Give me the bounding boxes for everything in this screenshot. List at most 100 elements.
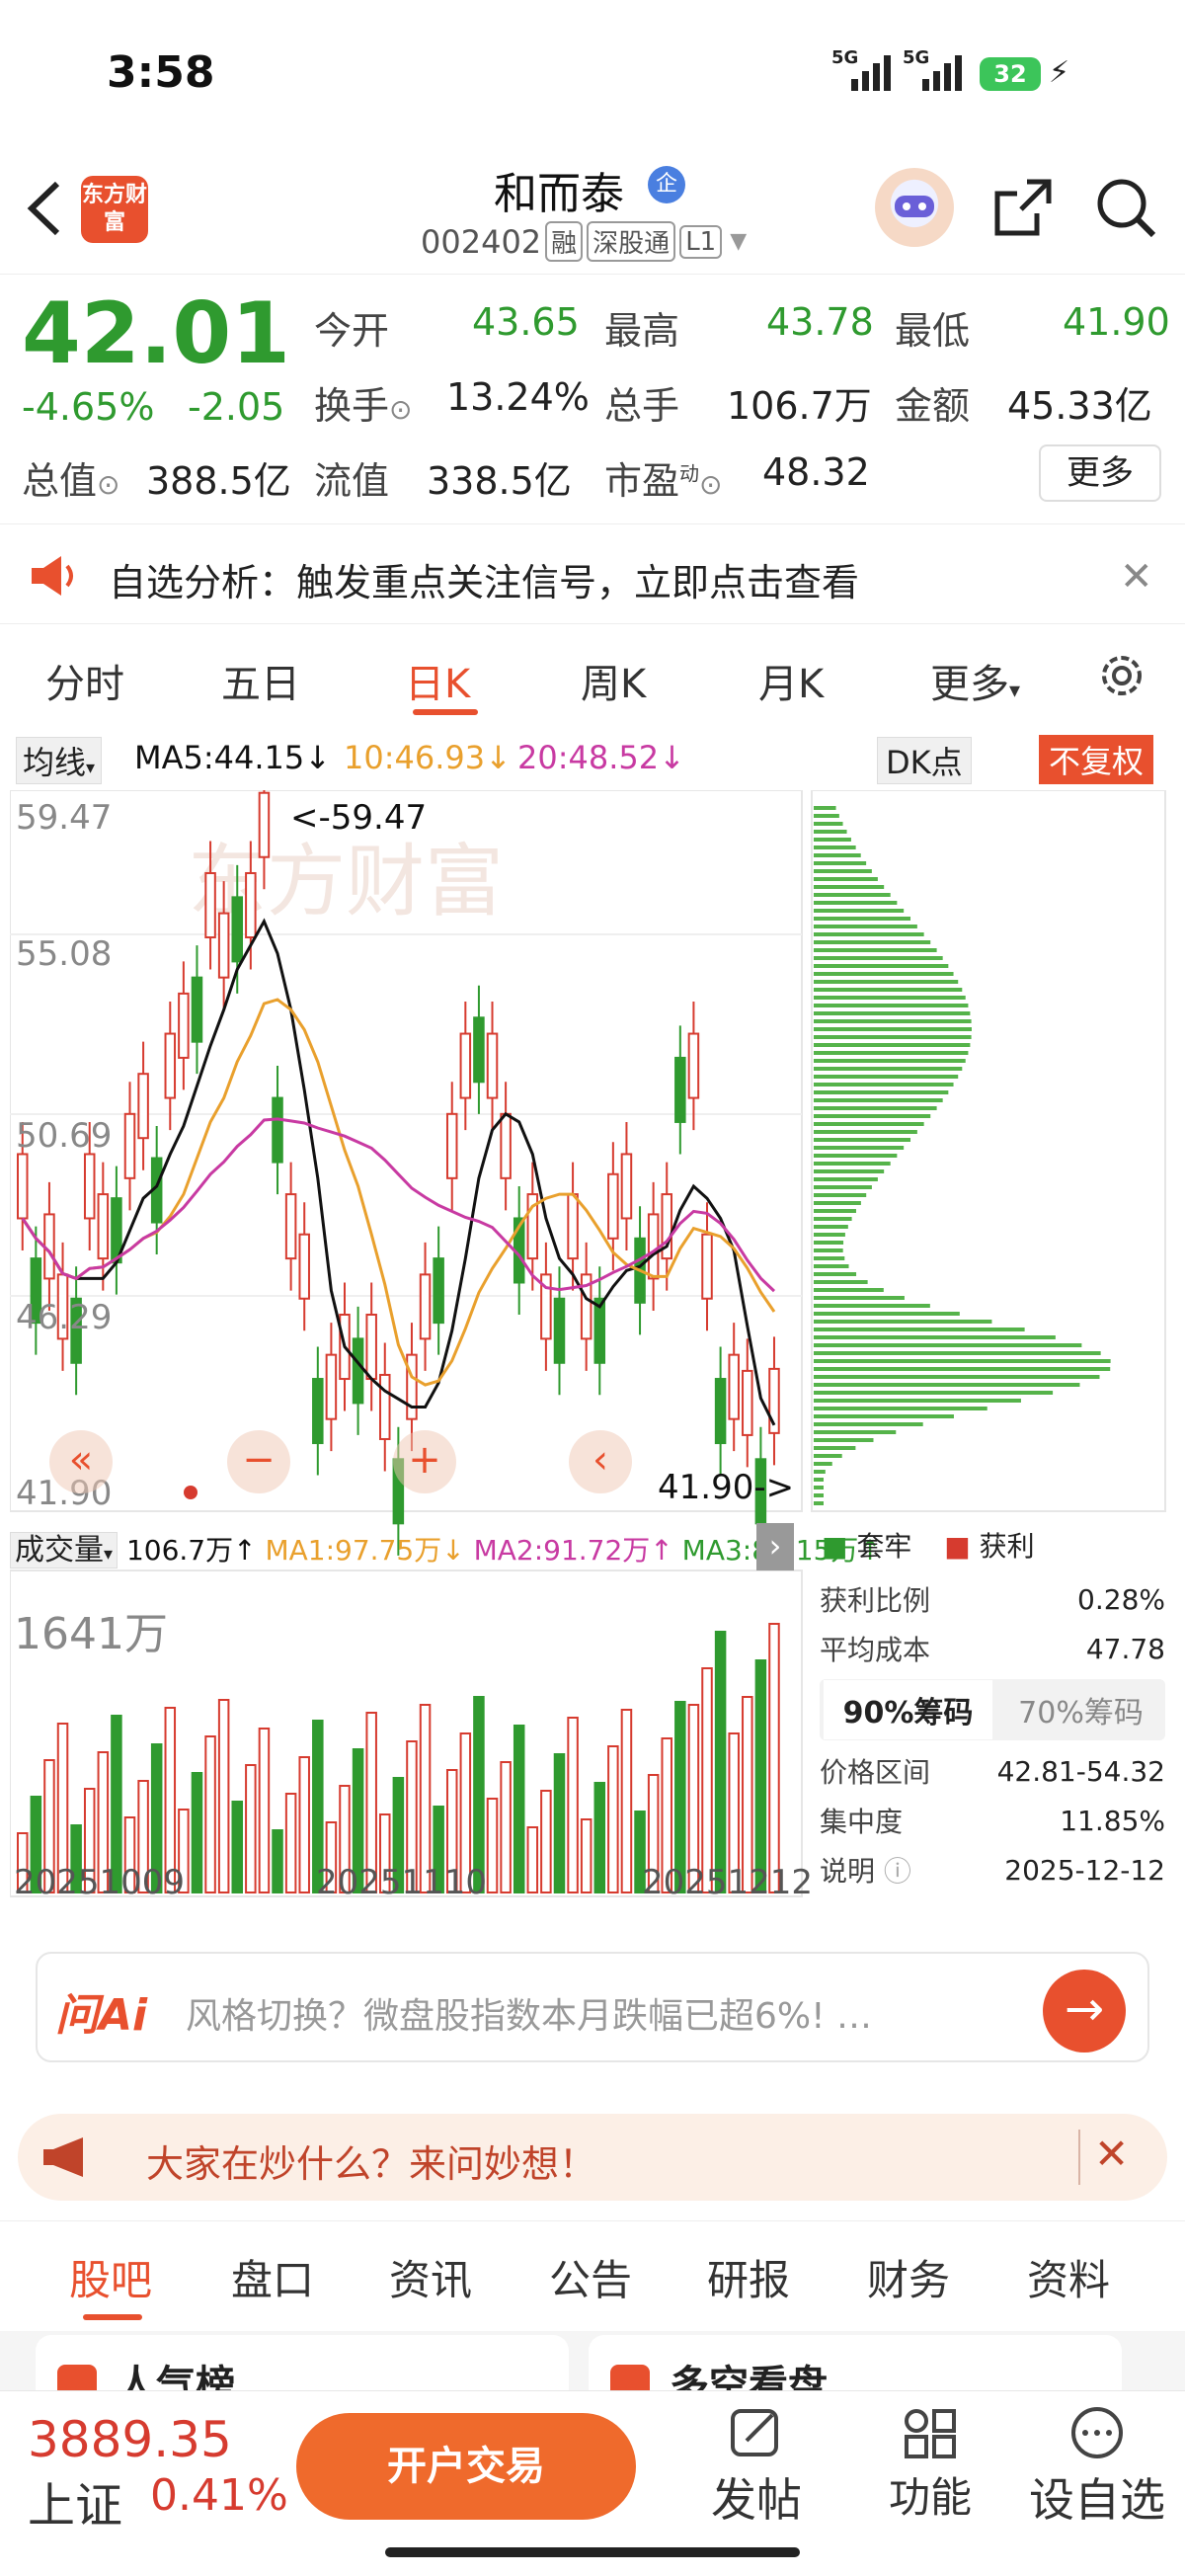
share-icon[interactable] xyxy=(991,176,1055,243)
candle-body xyxy=(97,1193,110,1260)
app-logo: 东方财富 xyxy=(81,176,148,243)
function-button[interactable]: 功能 xyxy=(881,2405,980,2525)
add-watchlist-button[interactable]: 设自选 xyxy=(1023,2405,1171,2530)
chip-bar xyxy=(814,1114,931,1118)
volume-bar xyxy=(258,1728,271,1893)
prev-icon[interactable]: ‹ xyxy=(569,1430,632,1493)
chip-bar xyxy=(814,806,836,810)
tab-90-chips[interactable]: 90%筹码 xyxy=(824,1680,992,1739)
chip-bar xyxy=(814,814,839,818)
promo-banner[interactable]: 大家在炒什么？来问妙想！ ✕ xyxy=(18,2114,1167,2201)
chip-bar xyxy=(814,1225,848,1229)
tab-orderbook[interactable]: 盘口 xyxy=(231,2247,314,2307)
chip-bar xyxy=(814,1328,1025,1331)
feature-cards: 人气榜 多空看盘 xyxy=(0,2331,1185,2390)
dk-point-selector[interactable]: DK点 xyxy=(877,737,972,784)
open-account-button[interactable]: 开户交易 xyxy=(296,2413,636,2520)
arrow-right-icon[interactable]: → xyxy=(1043,1970,1126,2053)
chip-bar xyxy=(814,1375,1100,1379)
mktcap-label: 总值⊙ xyxy=(22,459,120,503)
divider xyxy=(1078,2130,1080,2185)
chip-bar xyxy=(814,1051,969,1055)
ai-logo: 问Ai xyxy=(55,1990,148,2041)
card-popularity[interactable]: 人气榜 xyxy=(36,2335,569,2390)
volume-bar xyxy=(714,1631,727,1893)
stock-code-row: 002402 融 深股通 L1 ▼ xyxy=(421,221,747,262)
candle-body xyxy=(245,871,257,939)
quote-panel: 42.01 -4.65% -2.05 总值⊙ 388.5亿 今开 43.65 最… xyxy=(0,275,1185,522)
index-name: 上证 xyxy=(28,2478,123,2534)
expand-arrow-icon[interactable]: › xyxy=(756,1523,794,1570)
candle-body xyxy=(459,1032,472,1099)
candle-body xyxy=(312,1378,324,1445)
rewind-icon[interactable]: « xyxy=(49,1430,113,1493)
assistant-avatar[interactable] xyxy=(875,168,954,247)
chip-legend: ■ 套牢 ■ 获利 xyxy=(822,1530,1035,1563)
card-bull-bear[interactable]: 多空看盘 xyxy=(589,2335,1122,2390)
chevron-down-icon[interactable]: ▼ xyxy=(730,229,747,254)
enterprise-badge: 企 xyxy=(648,166,685,203)
stat-row: 集中度 11.85% xyxy=(820,1804,1165,1839)
back-icon[interactable] xyxy=(20,174,79,243)
tab-daily-k[interactable]: 日K xyxy=(405,652,470,709)
candle-body xyxy=(687,1032,700,1099)
chip-bar xyxy=(814,1454,842,1458)
candle-body xyxy=(486,1032,499,1099)
tab-financials[interactable]: 财务 xyxy=(867,2247,950,2307)
chip-bar xyxy=(814,1004,969,1007)
tab-forum[interactable]: 股吧 xyxy=(69,2247,152,2307)
chip-stats: 获利比例 0.28% 平均成本 47.78 90%筹码 70%筹码 价格区间 42.8… xyxy=(820,1574,1165,1894)
tab-announcements[interactable]: 公告 xyxy=(549,2247,632,2307)
chip-bar xyxy=(814,1391,1054,1395)
chip-bar xyxy=(814,1106,937,1110)
signal-icon-2: 5G xyxy=(903,47,972,93)
candle-body xyxy=(137,1073,149,1140)
tab-more[interactable]: 更多▾ xyxy=(930,652,1020,709)
tab-70-chips[interactable]: 70%筹码 xyxy=(996,1688,1165,1731)
zoom-out-icon[interactable]: − xyxy=(227,1430,290,1493)
y-label-4: 46.29 xyxy=(16,1298,113,1337)
chip-bar xyxy=(814,988,963,992)
index-change: 0.41% xyxy=(150,2470,288,2521)
tab-profile[interactable]: 资料 xyxy=(1027,2247,1110,2307)
search-icon[interactable] xyxy=(1094,176,1157,243)
candle-body xyxy=(701,1233,713,1300)
change-amount: -2.05 xyxy=(188,385,285,429)
index-value[interactable]: 3889.35 xyxy=(28,2411,232,2468)
chip-bar xyxy=(814,1272,857,1276)
chip-bar xyxy=(814,1098,943,1102)
post-button[interactable]: 发帖 xyxy=(707,2405,806,2530)
event-dot[interactable] xyxy=(184,1486,198,1499)
tab-weekly-k[interactable]: 周K xyxy=(581,652,646,709)
vol-ma1: MA1:97.75万↓ xyxy=(265,1534,465,1567)
tab-news[interactable]: 资讯 xyxy=(389,2247,472,2307)
tag-level: L1 xyxy=(679,224,723,259)
alert-bar[interactable]: 自选分析：触发重点关注信号，立即点击查看 ✕ xyxy=(0,523,1185,624)
adjust-toggle[interactable]: 不复权 xyxy=(1039,735,1154,784)
candle-body xyxy=(204,871,216,939)
chip-bar xyxy=(814,1264,849,1268)
period-tabs: 分时 五日 日K 周K 月K 更多▾ xyxy=(0,626,1185,725)
chip-bar xyxy=(814,1304,930,1308)
indicator-selector[interactable]: 均线▾ xyxy=(16,737,103,784)
tab-monthly-k[interactable]: 月K xyxy=(758,652,824,709)
tab-intraday[interactable]: 分时 xyxy=(45,652,124,709)
zoom-in-icon[interactable]: + xyxy=(393,1430,456,1493)
gear-icon[interactable] xyxy=(1094,648,1149,707)
tab-five-day[interactable]: 五日 xyxy=(221,652,300,709)
ai-question-bar[interactable]: 问Ai 风格切换？微盘股指数本月跌幅已超6%! … → xyxy=(36,1952,1149,2062)
candle-body xyxy=(567,1193,579,1260)
ma10-value: 10:46.93↓ xyxy=(344,739,512,776)
chip-bar xyxy=(814,1169,885,1173)
legend-trapped: 套牢 xyxy=(856,1530,912,1563)
chip-bar xyxy=(814,1035,972,1039)
volume-selector[interactable]: 成交量▾ xyxy=(10,1532,118,1569)
ma10-line xyxy=(21,998,776,1387)
close-icon[interactable]: ✕ xyxy=(1120,554,1153,600)
tag-connect: 深股通 xyxy=(587,221,676,262)
tab-research[interactable]: 研报 xyxy=(707,2247,790,2307)
volume-bar xyxy=(231,1801,244,1893)
kline-chart-area[interactable]: 东方财富 59.47 55.08 50.69 46.29 41.90 <-59.… xyxy=(9,761,1175,1916)
close-icon[interactable]: ✕ xyxy=(1094,2130,1129,2178)
more-button[interactable]: 更多 xyxy=(1039,444,1161,502)
